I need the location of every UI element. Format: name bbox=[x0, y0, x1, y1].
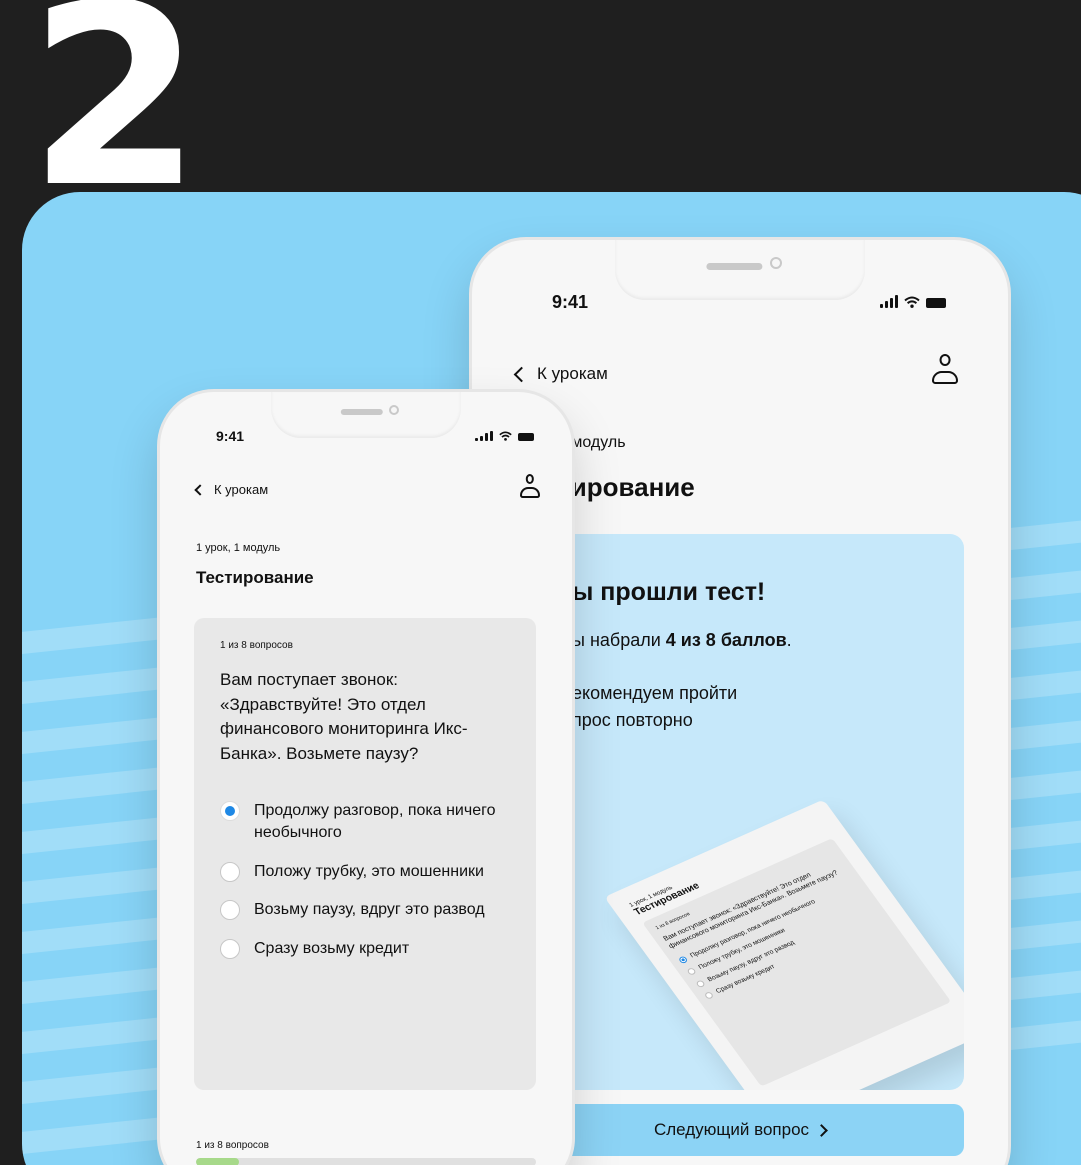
back-to-lessons-link[interactable]: К урокам bbox=[194, 482, 269, 497]
question-count: 1 из 8 вопросов bbox=[220, 640, 293, 651]
status-icons bbox=[475, 431, 534, 441]
page-title: Тестирование bbox=[196, 568, 314, 587]
question-card: 1 из 8 вопросов Вам поступает звонок: «З… bbox=[194, 618, 536, 1090]
answer-option[interactable]: Сразу возьму кредит bbox=[220, 938, 530, 960]
result-headline: ы прошли тест! bbox=[572, 578, 766, 606]
illustration-question: Вам поступает звонок: «Здравствуйте! Это… bbox=[662, 870, 840, 951]
phone-notch bbox=[271, 392, 461, 438]
wifi-icon bbox=[499, 431, 512, 441]
speaker-grille bbox=[706, 262, 763, 270]
radio-selected-icon bbox=[677, 955, 689, 965]
status-time: 9:41 bbox=[552, 292, 589, 312]
score-suffix: . bbox=[786, 630, 792, 650]
status-icons bbox=[880, 295, 946, 308]
answer-options: Продолжу разговор, пока ничего необычног… bbox=[220, 800, 530, 976]
quiz-illustration: 1 урок, 1 модуль Тестирование 1 из 8 воп… bbox=[604, 799, 964, 1090]
answer-label: Продолжу разговор, пока ничего необычног… bbox=[254, 802, 496, 842]
profile-icon[interactable] bbox=[520, 474, 540, 498]
status-time: 9:41 bbox=[216, 428, 245, 444]
radio-icon bbox=[686, 967, 698, 977]
chevron-right-icon bbox=[815, 1123, 828, 1137]
score-value: 4 из 8 баллов bbox=[665, 630, 787, 650]
radio-icon[interactable] bbox=[220, 938, 240, 959]
page-title: тирование bbox=[558, 472, 695, 502]
answer-option[interactable]: Продолжу разговор, пока ничего необычног… bbox=[220, 800, 530, 845]
radio-icon bbox=[695, 979, 706, 988]
radio-icon bbox=[703, 991, 715, 1000]
result-recommendation: екомендуем пройти прос повторно bbox=[572, 683, 738, 730]
quiz-phone-mockup: 9:41 К урокам 1 урок, 1 модуль Тестирова… bbox=[160, 392, 572, 1165]
battery-icon bbox=[926, 298, 946, 308]
radio-icon[interactable] bbox=[220, 861, 240, 882]
answer-label: Возьму паузу, вдруг это развод bbox=[254, 901, 485, 919]
result-card: ы прошли тест! ы набрали 4 из 8 баллов. … bbox=[516, 534, 964, 1090]
chevron-left-icon bbox=[194, 483, 206, 496]
answer-label: Положу трубку, это мошенники bbox=[254, 862, 484, 880]
signal-icon bbox=[880, 295, 898, 308]
battery-icon bbox=[518, 433, 534, 441]
illustration-question-box: 1 из 8 вопросов Вам поступает звонок: «З… bbox=[642, 838, 952, 1087]
progress-bar bbox=[196, 1158, 536, 1165]
step-number: 2 bbox=[28, 0, 202, 242]
answer-option[interactable]: Возьму паузу, вдруг это развод bbox=[220, 899, 530, 921]
score-prefix: ы набрали bbox=[572, 630, 666, 650]
question-text: Вам поступает звонок: «Здравствуйте! Это… bbox=[220, 670, 468, 763]
phone-notch bbox=[615, 240, 865, 300]
next-question-button[interactable]: Следующий вопрос bbox=[516, 1104, 964, 1156]
next-button-label: Следующий вопрос bbox=[653, 1120, 810, 1139]
answer-label: Сразу возьму кредит bbox=[254, 939, 410, 957]
lesson-subtitle: 1 урок, 1 модуль bbox=[196, 542, 281, 554]
front-camera bbox=[388, 404, 399, 415]
progress-label: 1 из 8 вопросов bbox=[196, 1140, 269, 1151]
back-link-label: К урокам bbox=[214, 482, 269, 497]
back-to-lessons-link[interactable]: К урокам bbox=[513, 364, 608, 384]
signal-icon bbox=[475, 431, 493, 441]
wifi-icon bbox=[904, 296, 920, 308]
radio-selected-icon[interactable] bbox=[220, 801, 240, 821]
front-camera bbox=[770, 256, 782, 269]
result-score: ы набрали 4 из 8 баллов. bbox=[572, 630, 792, 651]
profile-icon[interactable] bbox=[932, 354, 958, 384]
speaker-grille bbox=[340, 409, 383, 416]
chevron-left-icon bbox=[513, 366, 530, 382]
back-link-label: К урокам bbox=[537, 364, 608, 383]
answer-option[interactable]: Положу трубку, это мошенники bbox=[220, 861, 530, 883]
progress-fill bbox=[196, 1158, 239, 1165]
radio-icon[interactable] bbox=[220, 900, 240, 921]
